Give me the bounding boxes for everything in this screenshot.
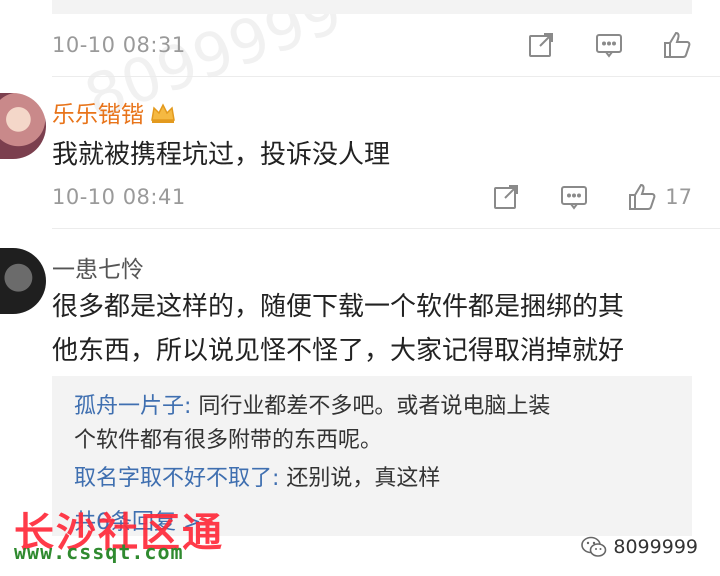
like-button[interactable] [662,30,692,60]
wechat-id: 8099999 [613,536,698,558]
reply-text: 个软件都有很多附带的东西呢。 [74,428,383,453]
previous-card-bottom [52,0,692,14]
wechat-icon [581,536,607,557]
username-text: 乐乐锴锴 [52,102,144,128]
comment-line: 很多都是这样的，随便下载一个软件都是捆绑的其 [52,292,625,322]
timestamp: 10-10 08:31 [52,33,186,57]
reply-button[interactable] [594,30,624,60]
share-icon [494,185,519,209]
share-button[interactable] [526,30,556,60]
comment-meta-1: 10-10 08:41 [52,182,186,212]
divider [52,76,720,77]
site-url-watermark: www.cssqt.com [14,540,184,564]
comment-actions-0 [488,30,692,60]
comment-text: 很多都是这样的，随便下载一个软件都是捆绑的其 他东西，所以说见怪不怪了，大家记得… [52,288,697,370]
reply-text: 还别说，真这样 [279,466,441,491]
like-button[interactable]: 17 [627,182,692,212]
comment-actions-1: 17 [453,182,692,212]
reply-item[interactable]: 孤舟一片子: 同行业都差不多吧。或者说电脑上装 个软件都有很多附带的东西呢。 [74,390,670,458]
comment-icon [561,186,588,210]
reply-item[interactable]: 取名字取不好不取了: 还别说，真这样 [74,462,670,496]
reply-text: 同行业都差不多吧。或者说电脑上装 [191,394,551,419]
wechat-watermark: 8099999 [581,536,698,558]
vip-crown-icon [150,102,176,130]
reply-author[interactable]: 孤舟一片子: [74,394,191,419]
comment-meta-0: 10-10 08:31 [52,30,186,60]
timestamp: 10-10 08:41 [52,185,186,209]
share-icon [529,33,553,57]
share-button[interactable] [491,182,521,212]
reply-button[interactable] [559,182,589,212]
thumbs-up-icon [664,31,691,58]
username[interactable]: 一患七怜 [52,250,144,284]
comment-line: 他东西，所以说见怪不怪了，大家记得取消掉就好 [52,336,625,366]
comment-icon [596,34,622,58]
reply-author[interactable]: 取名字取不好不取了: [74,466,279,491]
avatar[interactable] [0,248,46,314]
username[interactable]: 乐乐锴锴 [52,95,176,130]
like-count: 17 [665,185,692,209]
thumbs-up-icon [629,183,656,210]
divider [52,228,720,229]
comment-text: 我就被携程坑过，投诉没人理 [52,140,391,170]
avatar[interactable] [0,93,46,159]
